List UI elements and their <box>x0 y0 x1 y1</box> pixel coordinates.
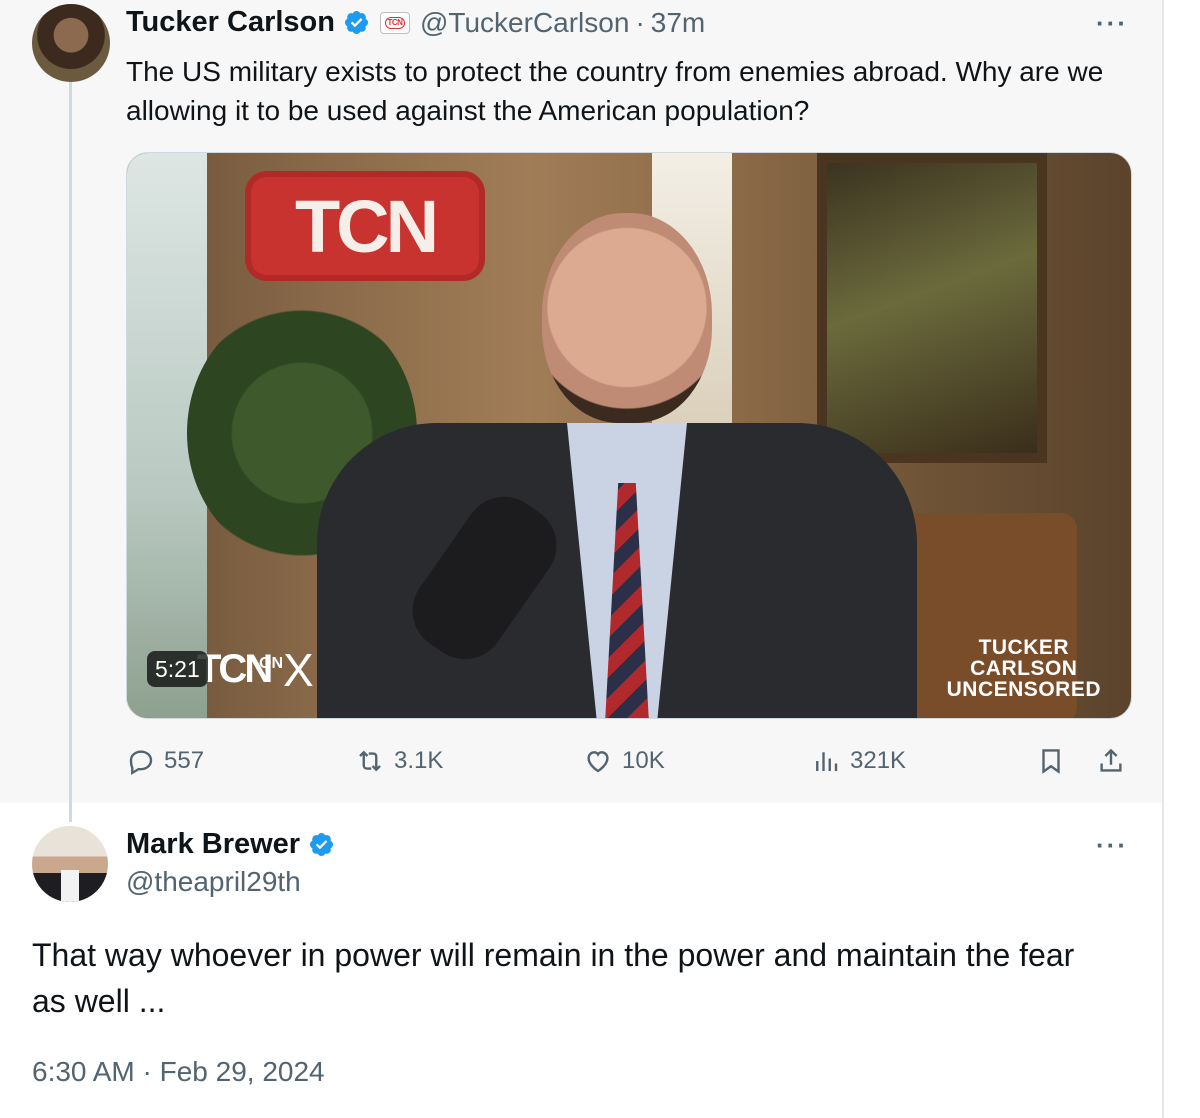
brand-line: TUCKER <box>978 636 1070 659</box>
x-logo-icon: X <box>283 644 314 696</box>
more-icon[interactable]: ··· <box>1096 830 1128 861</box>
reply-button[interactable]: 557 <box>126 746 204 776</box>
avatar[interactable] <box>32 4 110 82</box>
repost-icon <box>359 750 381 772</box>
action-bar: 557 3.1K 10K 321K <box>126 742 1136 784</box>
tcn-sign: TCN <box>245 171 485 281</box>
repost-button[interactable]: 3.1K <box>354 746 443 776</box>
views-count: 321K <box>850 747 907 774</box>
brand-line: UNCENSORED <box>946 678 1101 701</box>
tweet-timestamp[interactable]: 6:30 AM · Feb 29, 2024 <box>32 1056 325 1088</box>
repost-count: 3.1K <box>394 747 444 774</box>
heart-icon <box>587 751 609 773</box>
affiliate-badge-label: TCN <box>384 16 406 29</box>
background-painting <box>817 153 1047 463</box>
tweet-text: That way whoever in power will remain in… <box>32 937 1075 1019</box>
views-button[interactable]: 321K <box>810 746 906 776</box>
brand-line: CARLSON <box>970 657 1078 680</box>
share-button[interactable] <box>1096 746 1134 776</box>
views-chart-icon <box>816 752 838 771</box>
reply-icon <box>129 750 153 775</box>
bookmark-icon <box>1042 749 1060 774</box>
separator: · <box>635 6 645 38</box>
reply-count: 557 <box>164 747 205 774</box>
video-player[interactable]: TCN TCN ON X 5:21 TUCKER CARLSON UNCENSO… <box>126 152 1132 719</box>
affiliate-badge-icon[interactable]: TCN <box>379 11 410 34</box>
tweet-time[interactable]: 37m <box>651 7 705 39</box>
like-button[interactable]: 10K <box>582 746 665 776</box>
author-name[interactable]: Mark Brewer <box>126 828 300 861</box>
tcn-sign-text: TCN <box>294 184 439 268</box>
avatar[interactable] <box>32 826 108 902</box>
author-name[interactable]: Tucker Carlson <box>126 6 335 39</box>
verified-badge-icon <box>308 831 335 858</box>
timeline-border <box>1162 0 1164 1118</box>
person-head <box>542 213 712 423</box>
show-brand: TUCKER CARLSON UNCENSORED <box>947 637 1101 700</box>
author-handle[interactable]: @theapril29th <box>126 866 301 898</box>
thread-connector <box>69 82 72 822</box>
tweet-header: Tucker Carlson TCN @TuckerCarlson · 37m <box>126 6 705 39</box>
share-icon <box>1100 748 1122 772</box>
bookmark-button[interactable] <box>1036 746 1074 776</box>
like-count: 10K <box>622 747 665 774</box>
reply-header: Mark Brewer <box>126 828 335 861</box>
logo-on-text: ON <box>259 655 283 672</box>
video-duration: 5:21 <box>147 651 208 687</box>
author-handle[interactable]: @TuckerCarlson <box>420 7 629 39</box>
tweet-text: The US military exists to protect the co… <box>126 56 1104 126</box>
more-icon[interactable]: ··· <box>1096 8 1128 39</box>
verified-badge-icon <box>343 9 370 36</box>
